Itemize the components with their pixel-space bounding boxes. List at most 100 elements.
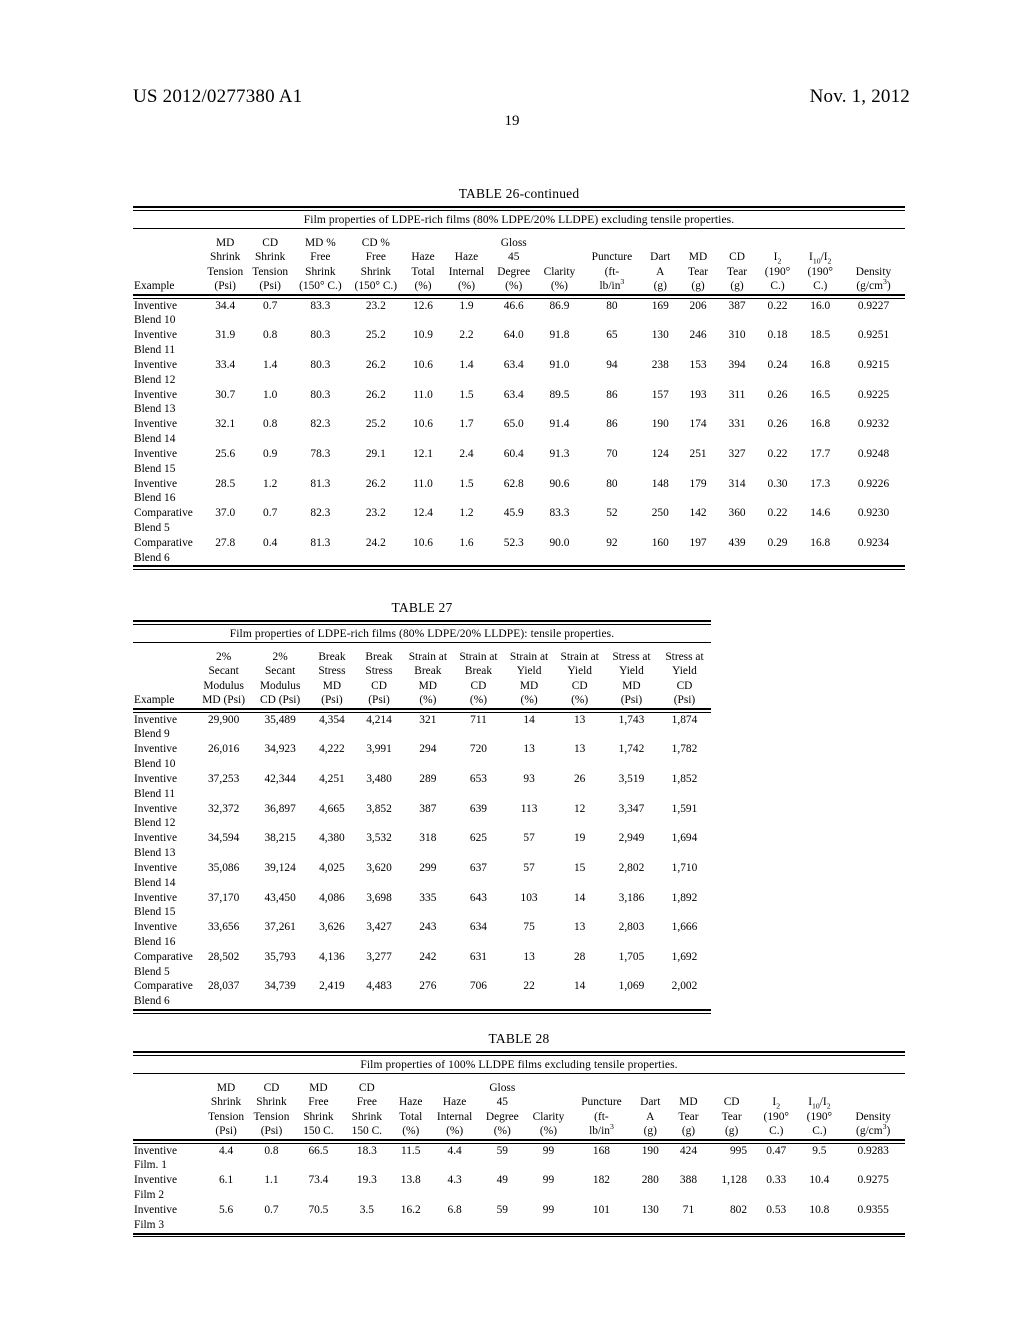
column-header-cell (669, 1081, 708, 1096)
table-cell: 34,594 (207, 832, 240, 845)
column-header-cell: MD (622, 679, 641, 692)
table-cell: 0.7 (263, 299, 278, 312)
table-cell: 16.0 (810, 299, 831, 312)
column-header-cell: (g) (724, 1125, 739, 1138)
column-header-cell (537, 250, 582, 265)
column-header-cell: MD (688, 251, 708, 264)
table-cell: 83.3 (310, 299, 331, 312)
table-row: Comparative Blend 5 37.0 0.7 82.3 23.2 12.4 1.… (133, 506, 905, 536)
table-cell: 157 (651, 388, 669, 401)
column-header-cell: (%) (469, 694, 487, 707)
column-header-example: Example (134, 694, 175, 707)
table-cell: 1.2 (263, 477, 278, 490)
table-cell: 0.22 (767, 447, 788, 460)
table-cell: 52 (606, 507, 618, 520)
column-header-cell (841, 1095, 905, 1110)
table-bottom-rule (133, 1232, 905, 1238)
column-header-cell: Shrink (210, 1096, 242, 1109)
table-cell: 31.9 (215, 329, 236, 342)
table-cell: 634 (469, 921, 487, 934)
header-spacer-row (133, 643, 711, 650)
table-cell: 27.8 (215, 536, 236, 549)
table-cell: 24.2 (365, 536, 386, 549)
column-header-cell: (190° (806, 1110, 833, 1123)
column-header-cell (632, 1081, 669, 1096)
table-cell: 33,656 (207, 921, 240, 934)
table-cell: 11.0 (413, 388, 433, 401)
table-cell: 1.0 (263, 388, 278, 401)
column-header-cell: Stress (365, 665, 393, 678)
column-header-cell: Haze (454, 251, 479, 264)
table-cell: 89.5 (549, 388, 570, 401)
table-row: Inventive Film 3 5.6 0.7 70.5 3.5 16.2 6.8 59 99… (133, 1203, 905, 1233)
table-cell: 0.9227 (857, 299, 890, 312)
table-cell: 1,591 (671, 802, 698, 815)
table-cell: 10.9 (413, 329, 433, 342)
column-header-cell: CD (Psi) (260, 694, 301, 707)
column-header-cell: Dart (640, 1096, 661, 1109)
table-row: Inventive Blend 12 33.4 1.4 80.3 26.2 10.6 1.4… (133, 358, 905, 388)
column-header-cell: Degree (485, 1110, 519, 1123)
table-cell: 637 (469, 861, 487, 874)
table-cell: 13 (573, 921, 586, 934)
header-row: Tension Tension Shrink Shrink Total Internal D… (133, 1110, 905, 1125)
table-cell: 0.9232 (857, 418, 890, 431)
table-cell: 388 (679, 1174, 698, 1187)
column-header-cell: Stress (318, 665, 346, 678)
table-cell: 1.5 (459, 477, 474, 490)
table-cell: 1,782 (671, 743, 698, 756)
table-cell: 1,852 (671, 772, 698, 785)
column-header-cell (842, 236, 905, 251)
column-header-cell: Modulus (259, 679, 301, 692)
table-cell: 39,124 (264, 861, 296, 874)
table-cell: 289 (419, 772, 437, 785)
column-header-cell: (150° C.) (354, 280, 398, 293)
table-cell: 11.0 (413, 477, 433, 490)
header-row: Example (Psi) (Psi) (150° C.) (150° C.) (%) (%… (133, 278, 905, 294)
column-header-cell: I10/I2 (809, 251, 832, 266)
table-cell: 93 (523, 772, 535, 785)
table-cell: 4.4 (447, 1144, 462, 1157)
table-row: Inventive Blend 13 30.7 1.0 80.3 26.2 11.0 1.5… (133, 388, 905, 418)
table-caption: Film properties of 100% LLDPE films excl… (360, 1058, 678, 1071)
table-cell: 91.0 (549, 358, 570, 371)
table-cell: 0.4 (263, 536, 278, 549)
column-header-cell: 45 (508, 251, 520, 264)
table-cell: 37.0 (215, 507, 236, 520)
column-header-cell: MD (679, 1096, 698, 1109)
table-cell: 62.8 (503, 477, 524, 490)
table-cell: 124 (651, 447, 669, 460)
column-header-cell (133, 265, 203, 280)
column-header-cell: Tear (727, 265, 748, 278)
header-row: Tension Tension Shrink Shrink Total Internal D… (133, 265, 905, 280)
column-header-cell: Yield (516, 665, 542, 678)
column-header-cell (841, 1081, 905, 1096)
table-cell: 65 (606, 329, 618, 342)
table-cell: 0.53 (766, 1203, 787, 1216)
table-body: Inventive Blend 9 29,900 35,489 4,354 4,214 3… (133, 713, 711, 1010)
table-cell: 75 (523, 921, 535, 934)
column-header-cell: Yield (672, 665, 697, 678)
table-cell: 193 (689, 388, 707, 401)
table-cell: 23.2 (365, 299, 386, 312)
table-cell: 631 (469, 950, 487, 963)
table-cell: 711 (470, 713, 487, 726)
column-header-cell (133, 679, 195, 694)
table-bottom-rule (133, 1009, 711, 1014)
table-row: Inventive Blend 11 31.9 0.8 80.3 25.2 10.9 2.2… (133, 328, 905, 358)
table-cell: 4,665 (319, 802, 345, 815)
table-cell: 91.3 (549, 447, 570, 460)
column-header-cell: Puncture (591, 251, 633, 264)
table-cell: 35,086 (207, 861, 240, 874)
table-27-block: TABLE 27 Film properties of LDPE-rich fil… (133, 600, 711, 1014)
table-cell: 37,170 (207, 891, 240, 904)
column-header-cell (537, 236, 582, 251)
column-header-cell: (%) (493, 1125, 511, 1138)
table-cell: 82.3 (310, 418, 331, 431)
column-header-cell (133, 1081, 203, 1096)
table-cell: 190 (641, 1144, 659, 1157)
table-cell: 995 (729, 1144, 748, 1157)
table-cell: 0.9234 (857, 536, 890, 549)
table-cell: 60.4 (503, 447, 524, 460)
column-header-cell: (%) (446, 1125, 464, 1138)
